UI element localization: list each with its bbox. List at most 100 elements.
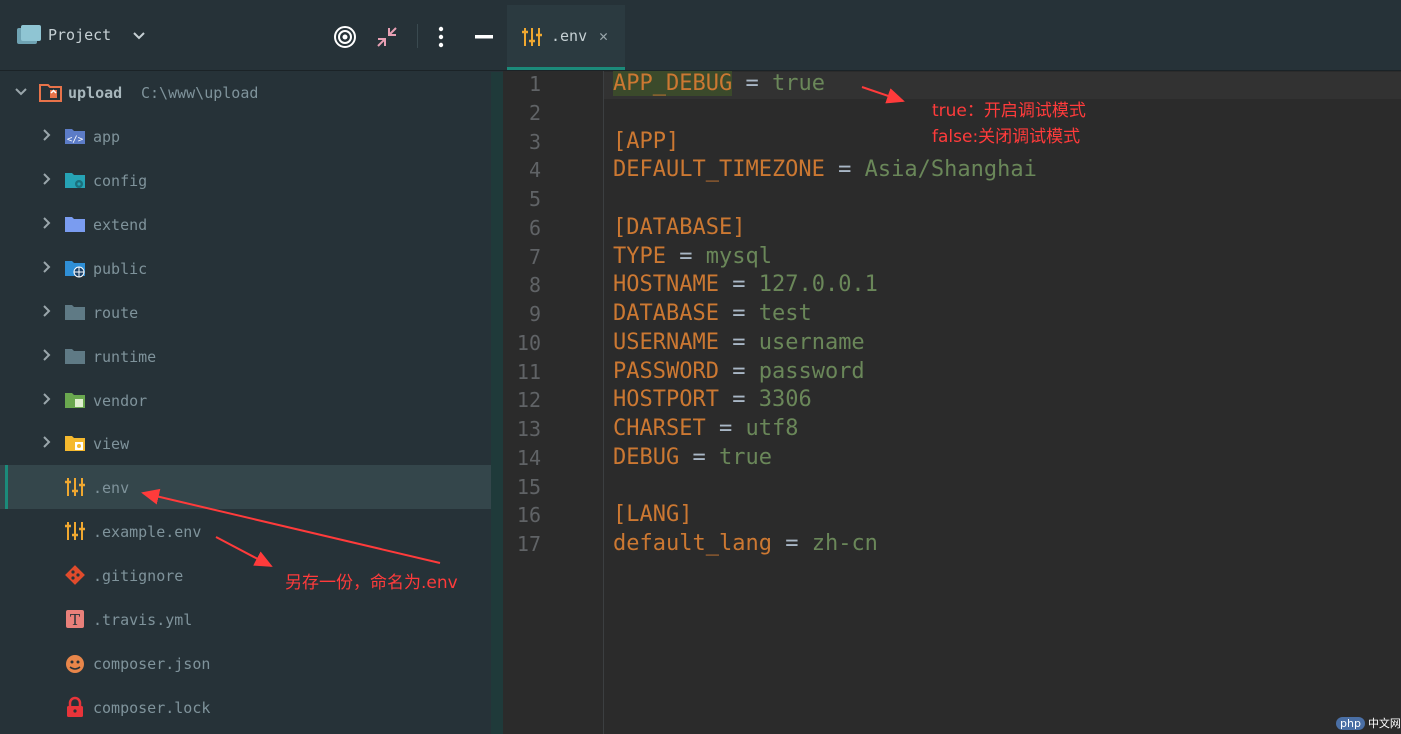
config-value: true: [771, 71, 825, 96]
tree-item-env[interactable]: .env: [0, 465, 503, 509]
config-value: test: [758, 301, 812, 326]
line-number: 10: [516, 331, 541, 355]
tree-item-label: composer.json: [93, 655, 211, 673]
code-line[interactable]: CHARSET = utf8: [613, 415, 798, 443]
line-number: 16: [516, 503, 541, 527]
lock-icon: [67, 696, 83, 717]
collapse-all-icon[interactable]: [375, 25, 399, 49]
line-number: 5: [528, 187, 541, 211]
tree-item-public[interactable]: public: [0, 246, 490, 290]
line-number: 1: [528, 72, 541, 96]
more-options-icon[interactable]: [436, 26, 446, 48]
code-line[interactable]: HOSTNAME = 127.0.0.1: [613, 271, 878, 299]
code-line[interactable]: DEFAULT_TIMEZONE = Asia/Shanghai: [613, 156, 1037, 184]
config-value: password: [758, 359, 865, 384]
chevron-right-icon[interactable]: [40, 128, 54, 142]
line-number: 3: [528, 130, 541, 154]
editor-tab-bar: .env ✕: [503, 0, 1401, 71]
config-key: TYPE: [613, 244, 666, 269]
close-icon[interactable]: ✕: [599, 27, 608, 45]
tree-item-runtime[interactable]: runtime: [0, 334, 490, 378]
composer-icon: [66, 655, 84, 673]
tree-item-composer-json[interactable]: composer.json: [0, 641, 490, 685]
config-key: CHARSET: [613, 416, 706, 441]
config-key: DATABASE: [613, 301, 719, 326]
chevron-right-icon[interactable]: [40, 304, 54, 318]
tree-item-label: composer.lock: [93, 699, 211, 717]
section-header: [LANG]: [613, 502, 693, 527]
code-line[interactable]: [LANG]: [613, 501, 692, 529]
code-line[interactable]: [DATABASE]: [613, 214, 745, 242]
tree-item-composer-lock[interactable]: composer.lock: [0, 685, 490, 729]
section-header: [APP]: [613, 129, 680, 154]
env-file-icon: [65, 478, 85, 496]
svg-text:T: T: [70, 611, 80, 629]
code-line[interactable]: USERNAME = username: [613, 329, 865, 357]
equals-sign: =: [718, 359, 759, 384]
config-key: DEBUG: [613, 445, 680, 470]
code-line[interactable]: TYPE = mysql: [613, 243, 772, 271]
config-value: mysql: [705, 244, 772, 269]
chevron-right-icon[interactable]: [40, 216, 54, 230]
annotation-debug-true: true：开启调试模式: [932, 101, 1086, 121]
chevron-right-icon[interactable]: [40, 392, 54, 406]
chevron-right-icon[interactable]: [40, 260, 54, 274]
git-icon: [65, 565, 85, 585]
config-key: HOSTPORT: [613, 387, 719, 412]
config-value: true: [718, 445, 772, 470]
line-number: 7: [528, 245, 541, 269]
equals-sign: =: [718, 330, 759, 355]
tree-item-app[interactable]: </> app: [0, 114, 490, 158]
tree-scrollbar[interactable]: [491, 72, 503, 734]
line-number: 8: [528, 273, 541, 297]
chevron-down-icon[interactable]: [14, 85, 28, 99]
tab-env[interactable]: .env ✕: [507, 5, 625, 70]
tab-label: .env: [551, 27, 588, 45]
svg-text:</>: </>: [67, 135, 84, 145]
chevron-down-icon[interactable]: [132, 30, 146, 42]
chevron-right-icon[interactable]: [40, 172, 54, 186]
chevron-right-icon[interactable]: [40, 348, 54, 362]
config-value: Asia/Shanghai: [864, 157, 1037, 182]
config-value: zh-cn: [811, 531, 878, 556]
config-key: USERNAME: [613, 330, 719, 355]
tree-item-label: config: [93, 172, 148, 190]
tree-item-travis[interactable]: T .travis.yml: [0, 597, 490, 641]
equals-sign: =: [718, 301, 759, 326]
watermark-text: 中文网: [1367, 717, 1401, 730]
tree-item-config[interactable]: config: [0, 158, 490, 202]
project-root-folder-icon: [39, 84, 62, 102]
code-line[interactable]: PASSWORD = password: [613, 358, 865, 386]
tree-root-path: C:\www\upload: [141, 84, 259, 102]
code-line[interactable]: HOSTPORT = 3306: [613, 386, 812, 414]
header-divider: [417, 24, 418, 48]
minimize-icon[interactable]: [474, 34, 494, 40]
tree-item-example-env[interactable]: .example.env: [0, 509, 490, 553]
tree-item-route[interactable]: route: [0, 290, 490, 334]
code-line[interactable]: [APP]: [613, 128, 679, 156]
project-title[interactable]: Project: [48, 26, 111, 44]
tree-item-label: .env: [93, 479, 130, 497]
project-panel-header: Project: [0, 0, 503, 71]
project-folder-icon: [17, 25, 41, 44]
config-value: 3306: [758, 387, 812, 412]
tree-root-row[interactable]: upload C:\www\upload: [0, 70, 490, 114]
locate-target-icon[interactable]: [333, 25, 357, 49]
tree-item-vendor[interactable]: vendor: [0, 378, 490, 422]
tree-root-name: upload: [68, 84, 123, 102]
code-line[interactable]: DEBUG = true: [613, 444, 772, 472]
chevron-right-icon[interactable]: [40, 435, 54, 449]
tree-item-label: .example.env: [93, 523, 202, 541]
code-line[interactable]: default_lang = zh-cn: [613, 530, 878, 558]
line-number: 15: [516, 475, 541, 499]
equals-sign: =: [679, 445, 719, 470]
line-number: 9: [528, 302, 541, 326]
tree-item-extend[interactable]: extend: [0, 202, 490, 246]
code-line[interactable]: APP_DEBUG = true: [613, 70, 825, 98]
config-value: 127.0.0.1: [758, 272, 878, 297]
tree-item-view[interactable]: view: [0, 421, 490, 465]
annotation-debug-false: false:关闭调试模式: [932, 127, 1081, 147]
code-line[interactable]: DATABASE = test: [613, 300, 812, 328]
folder-code-icon: </>: [65, 129, 85, 145]
line-number: 2: [528, 101, 541, 125]
